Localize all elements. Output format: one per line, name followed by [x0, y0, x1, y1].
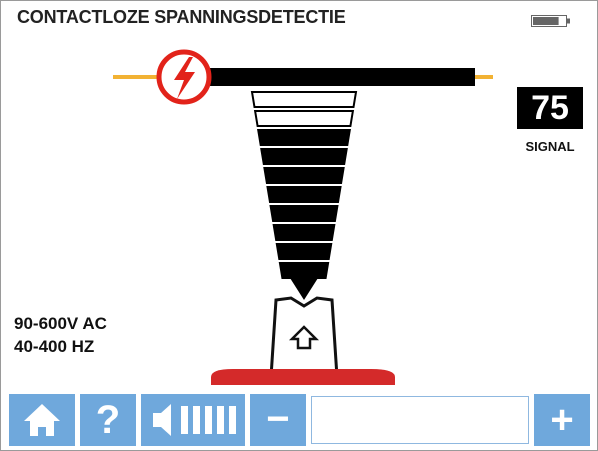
- voltage-range: 90-600V AC: [14, 314, 107, 333]
- signal-value: 75: [517, 87, 583, 129]
- signal-bar: [250, 91, 358, 108]
- detector-base: [211, 369, 395, 385]
- signal-bar: [260, 148, 348, 165]
- volume-slider[interactable]: [311, 396, 529, 444]
- home-button[interactable]: [9, 394, 75, 446]
- signal-bar: [266, 186, 342, 203]
- signal-label: SIGNAL: [525, 139, 575, 154]
- signal-bar: [263, 167, 345, 184]
- wire-tip-left: [113, 75, 161, 79]
- signal-bar: [269, 205, 339, 222]
- home-icon: [24, 404, 60, 436]
- volume-button[interactable]: [141, 394, 245, 446]
- screen: CONTACTLOZE SPANNINGSDETECTIE 75 SIGNAL …: [0, 0, 598, 451]
- plus-button[interactable]: +: [534, 394, 590, 446]
- signal-bar: [275, 243, 333, 260]
- signal-funnel-tip: [290, 278, 318, 300]
- volume-icon: [153, 404, 236, 436]
- frequency-range: 40-400 HZ: [14, 337, 95, 356]
- signal-bar: [257, 129, 351, 146]
- help-button[interactable]: ?: [80, 394, 136, 446]
- signal-bar: [253, 110, 355, 127]
- signal-bar: [278, 262, 330, 279]
- signal-bars: [250, 91, 358, 300]
- minus-button[interactable]: −: [250, 394, 306, 446]
- toolbar: ? − +: [1, 390, 597, 450]
- detector-probe: [269, 296, 339, 379]
- voltage-warning-icon: [156, 49, 212, 105]
- signal-bar: [272, 224, 336, 241]
